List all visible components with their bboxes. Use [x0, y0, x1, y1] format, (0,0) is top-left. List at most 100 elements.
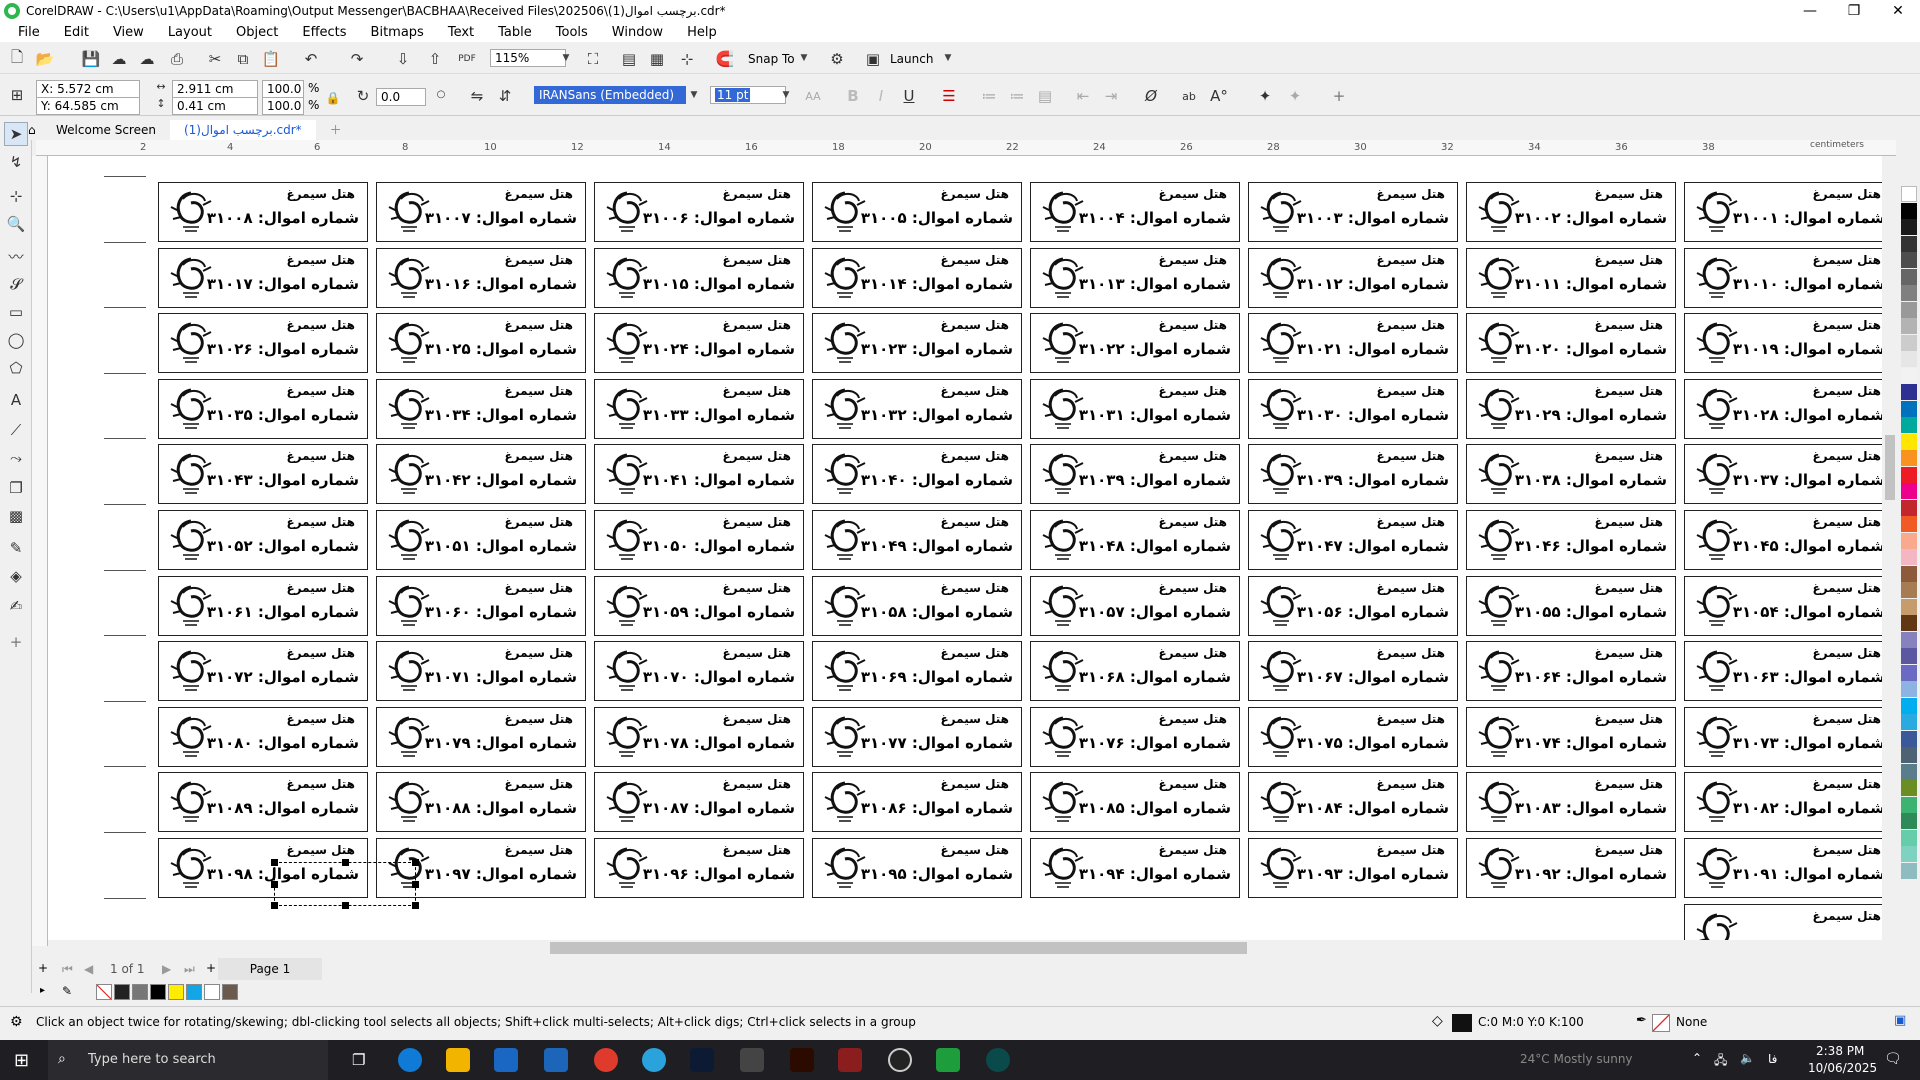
selection-handle[interactable]: [412, 881, 419, 888]
italic-icon[interactable]: I: [870, 86, 892, 106]
asset-label[interactable]: هتل سیمرغ شماره اموال: ۳۱۰۰۱: [1684, 182, 1882, 242]
palette-swatch[interactable]: [1901, 615, 1917, 631]
menu-help[interactable]: Help: [675, 25, 729, 40]
next-page-icon[interactable]: ▶: [162, 962, 171, 976]
selection-handle[interactable]: [342, 859, 349, 866]
asset-label[interactable]: هتل سیمرغ شماره اموال: ۳۱۰۲۵: [376, 313, 586, 374]
font-size-field[interactable]: 11 pt: [710, 86, 786, 104]
rectangle-tool-icon[interactable]: ▭: [4, 300, 28, 324]
drop-shadow-icon[interactable]: ❐: [4, 476, 28, 500]
palette-expand-icon[interactable]: ▸: [40, 985, 45, 996]
add-page-end-icon[interactable]: +: [206, 961, 216, 975]
asset-label[interactable]: هتل سیمرغ شماره اموال: ۳۱۰۳۳: [594, 378, 804, 439]
interactive-fill-icon[interactable]: ◈: [4, 564, 28, 588]
palette-swatch[interactable]: [1901, 763, 1917, 780]
palette-swatch[interactable]: [1901, 730, 1917, 747]
underline-icon[interactable]: U: [898, 86, 920, 106]
palette-swatch[interactable]: [1901, 367, 1917, 384]
asset-label[interactable]: هتل سیمرغ شماره اموال: ۳۱۰۹۲: [1466, 838, 1676, 898]
asset-label[interactable]: هتل سیمرغ شماره اموال: ۳۱۰۰۳: [1248, 182, 1458, 242]
asset-label[interactable]: هتل سیمرغ شماره اموال: ۳۱۰۱۲: [1248, 247, 1458, 308]
asset-label-partial[interactable]: هتل سیمرغ: [1684, 903, 1882, 940]
zoom-level-field[interactable]: 115%: [490, 49, 566, 67]
asset-label[interactable]: هتل سیمرغ شماره اموال: ۳۱۰۸۵: [1030, 772, 1240, 833]
launch-dropdown-icon[interactable]: ▼: [940, 49, 956, 67]
lock-ratio-icon[interactable]: 🔒: [322, 88, 344, 108]
asset-label[interactable]: هتل سیمرغ شماره اموال: ۳۱۰۹۶: [594, 838, 804, 898]
menu-edit[interactable]: Edit: [52, 25, 101, 40]
fill-color-swatch[interactable]: [1452, 1014, 1472, 1032]
palette-swatch[interactable]: [1901, 268, 1917, 285]
outline-color-swatch[interactable]: [1652, 1014, 1670, 1032]
asset-label[interactable]: هتل سیمرغ شماره اموال: ۳۱۰۳۸: [1466, 444, 1676, 505]
convert-to-curves-icon[interactable]: ✦: [1254, 86, 1276, 106]
selection-handle[interactable]: [412, 902, 419, 909]
menu-tools[interactable]: Tools: [544, 25, 600, 40]
palette-swatch[interactable]: [1901, 235, 1917, 252]
palette-swatch[interactable]: [1901, 202, 1917, 219]
selection-box[interactable]: [271, 859, 419, 909]
palette-swatch[interactable]: [1901, 796, 1917, 813]
asset-label[interactable]: هتل سیمرغ شماره اموال: ۳۱۰۱۰: [1684, 247, 1882, 308]
crop-tool-icon[interactable]: ⊹: [4, 184, 28, 208]
new-tab-icon[interactable]: ＋: [316, 120, 356, 140]
asset-label[interactable]: هتل سیمرغ شماره اموال: ۳۱۰۲۳: [812, 313, 1022, 374]
selection-handle[interactable]: [342, 902, 349, 909]
close-icon[interactable]: ✕: [1876, 3, 1920, 19]
mirror-vertical-icon[interactable]: ⇵: [494, 86, 516, 106]
asset-label[interactable]: هتل سیمرغ شماره اموال: ۳۱۰۶۸: [1030, 641, 1240, 702]
palette-swatch[interactable]: [1901, 780, 1917, 796]
paste-icon[interactable]: 📋: [260, 49, 282, 69]
drawing-canvas[interactable]: هتل سیمرغ شماره اموال: ۳۱۰۰۸ هتل سیمرغ شمار…: [48, 156, 1882, 940]
palette-swatch[interactable]: [1901, 285, 1917, 301]
asset-label[interactable]: هتل سیمرغ شماره اموال: ۳۱۰۲۰: [1466, 313, 1676, 374]
network-icon[interactable]: 🖧: [1714, 1051, 1727, 1072]
menu-view[interactable]: View: [101, 25, 156, 40]
asset-label[interactable]: هتل سیمرغ شماره اموال: ۳۱۰۷۱: [376, 641, 586, 702]
asset-label[interactable]: هتل سیمرغ شماره اموال: ۳۱۰۹۱: [1684, 838, 1882, 898]
asset-label[interactable]: هتل سیمرغ شماره اموال: ۳۱۰۸۳: [1466, 772, 1676, 833]
zoom-tool-icon[interactable]: 🔍: [4, 212, 28, 236]
swatch-none[interactable]: [96, 984, 112, 1000]
show-guidelines-icon[interactable]: ⊹: [676, 49, 698, 69]
asset-label[interactable]: هتل سیمرغ شماره اموال: ۳۱۰۳۹: [1248, 444, 1458, 505]
asset-label[interactable]: هتل سیمرغ شماره اموال: ۳۱۰۰۲: [1466, 182, 1676, 242]
rotate-icon[interactable]: ↻: [352, 86, 374, 106]
asset-label[interactable]: هتل سیمرغ شماره اموال: ۳۱۰۳۴: [376, 378, 586, 439]
asset-label[interactable]: هتل سیمرغ شماره اموال: ۳۱۰۵۲: [158, 510, 368, 570]
swatch-dark[interactable]: [114, 984, 130, 1000]
input-language[interactable]: فا: [1768, 1052, 1777, 1066]
asset-label[interactable]: هتل سیمرغ شماره اموال: ۳۱۰۷۹: [376, 706, 586, 767]
selection-handle[interactable]: [412, 859, 419, 866]
volume-icon[interactable]: 🔈: [1740, 1051, 1755, 1065]
asset-label[interactable]: هتل سیمرغ شماره اموال: ۳۱۰۸۰: [158, 706, 368, 767]
asset-label[interactable]: هتل سیمرغ شماره اموال: ۳۱۰۰۸: [158, 182, 368, 242]
asset-label[interactable]: هتل سیمرغ شماره اموال: ۳۱۰۲۲: [1030, 313, 1240, 374]
y-position-field[interactable]: Y: 64.585 cm: [36, 97, 140, 115]
palette-swatch[interactable]: [1901, 714, 1917, 730]
palette-swatch[interactable]: [1901, 846, 1917, 862]
palette-swatch[interactable]: [1901, 384, 1917, 400]
asset-label[interactable]: هتل سیمرغ شماره اموال: ۳۱۰۴۵: [1684, 510, 1882, 570]
file-explorer-icon[interactable]: [446, 1048, 470, 1072]
menu-effects[interactable]: Effects: [290, 25, 358, 40]
asset-label[interactable]: هتل سیمرغ شماره اموال: ۳۱۰۵۶: [1248, 575, 1458, 636]
redo-icon[interactable]: ↷: [346, 49, 368, 69]
pick-tool-icon[interactable]: ➤: [4, 122, 28, 146]
scale-x-field[interactable]: 100.0: [262, 80, 304, 98]
palette-swatch[interactable]: [1901, 219, 1917, 235]
palette-swatch[interactable]: [1901, 499, 1917, 516]
palette-swatch[interactable]: [1901, 301, 1917, 318]
asset-label[interactable]: هتل سیمرغ شماره اموال: ۳۱۰۸۴: [1248, 772, 1458, 833]
palette-swatch[interactable]: [1901, 582, 1917, 598]
color-proof-icon[interactable]: ▣: [1894, 1013, 1906, 1028]
asset-label[interactable]: هتل سیمرغ شماره اموال: ۳۱۰۴۶: [1466, 510, 1676, 570]
settings-gear-icon[interactable]: ⚙: [10, 1014, 23, 1030]
connector-tool-icon[interactable]: ⤳: [4, 446, 28, 470]
new-document-icon[interactable]: 🗋: [6, 48, 28, 69]
search-placeholder[interactable]: Type here to search: [88, 1052, 216, 1067]
palette-swatch[interactable]: [1901, 400, 1917, 417]
palette-eyedropper-icon[interactable]: ✎: [62, 984, 72, 998]
copy-icon[interactable]: ⧉: [232, 49, 254, 69]
asset-label[interactable]: هتل سیمرغ شماره اموال: ۳۱۰۹۴: [1030, 838, 1240, 898]
